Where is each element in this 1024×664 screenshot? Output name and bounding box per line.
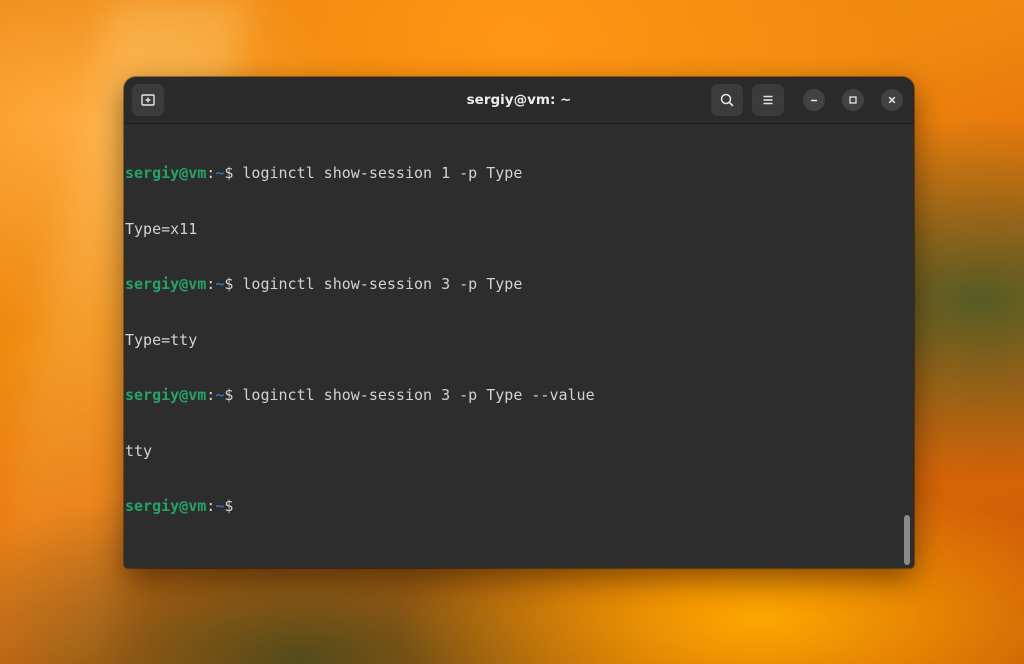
prompt-separator: : [206,386,216,404]
command-text: loginctl show-session 3 -p Type --value [233,386,595,404]
prompt-user: sergiy@vm [125,386,207,404]
close-button[interactable] [881,89,903,111]
menu-button[interactable] [752,84,784,116]
terminal-line: sergiy@vm:~$ loginctl show-session 3 -p … [125,386,914,405]
command-output: tty [125,441,153,460]
terminal-window: sergiy@vm: ~ sergiy@vm:~$ loginctl show-… [124,77,914,568]
prompt-path: ~ [215,275,225,293]
scrollbar-thumb[interactable] [904,515,910,565]
hamburger-menu-icon [763,95,773,105]
title-bar[interactable]: sergiy@vm: ~ [124,77,914,124]
minimize-button[interactable] [803,89,825,111]
maximize-button[interactable] [842,89,864,111]
minimize-icon [811,99,817,102]
terminal-line: tty [125,442,914,461]
prompt-separator: : [206,164,216,182]
new-tab-icon [141,94,155,106]
search-button[interactable] [711,84,743,116]
prompt-path: ~ [215,164,225,182]
terminal-line: sergiy@vm:~$ [125,497,914,516]
maximize-icon [849,96,857,104]
command-text: loginctl show-session 1 -p Type [233,164,523,182]
terminal-line: sergiy@vm:~$ loginctl show-session 1 -p … [125,164,914,183]
search-icon [720,93,734,107]
prompt-user: sergiy@vm [125,497,207,515]
terminal-line: Type=x11 [125,220,914,239]
terminal-line: Type=tty [125,331,914,350]
prompt-symbol: $ [224,497,234,515]
prompt-user: sergiy@vm [125,164,207,182]
command-output: Type=tty [125,330,198,349]
close-icon [888,96,896,104]
prompt-path: ~ [215,386,225,404]
prompt-path: ~ [215,497,225,515]
new-tab-button[interactable] [132,84,164,116]
terminal-output[interactable]: sergiy@vm:~$ loginctl show-session 1 -p … [124,124,914,568]
terminal-line: sergiy@vm:~$ loginctl show-session 3 -p … [125,275,914,294]
prompt-separator: : [206,275,216,293]
prompt-user: sergiy@vm [125,275,207,293]
command-text: loginctl show-session 3 -p Type [233,275,523,293]
command-output: Type=x11 [125,219,198,238]
window-title: sergiy@vm: ~ [466,92,572,108]
prompt-separator: : [206,497,216,515]
